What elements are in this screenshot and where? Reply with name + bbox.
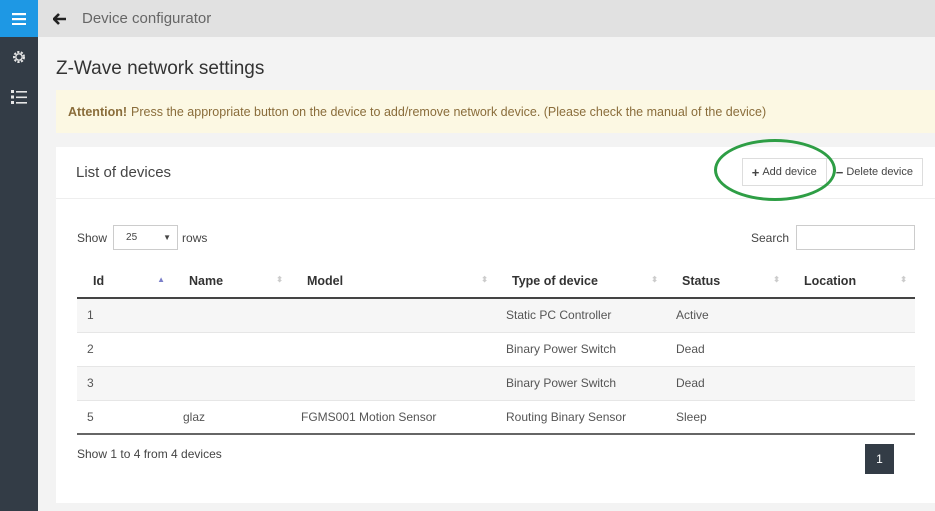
sidebar-item-list[interactable] <box>0 77 38 117</box>
cell-id: 3 <box>77 366 173 401</box>
sort-icon: ⬍ <box>651 275 658 284</box>
rows-label: rows <box>182 230 208 245</box>
gear-icon <box>13 51 25 63</box>
column-header-location[interactable]: Location ⬍ <box>788 264 915 299</box>
cell-model <box>291 332 496 367</box>
column-header-label: Type of device <box>512 273 598 288</box>
minus-icon: − <box>835 164 844 180</box>
column-header-label: Status <box>682 273 721 288</box>
back-button[interactable] <box>38 12 82 25</box>
table-info: Show 1 to 4 from 4 devices <box>77 447 222 461</box>
cell-name <box>173 366 291 401</box>
cell-status: Active <box>666 298 788 333</box>
delete-device-button[interactable]: − Delete device <box>826 158 923 186</box>
menu-button[interactable] <box>0 0 38 37</box>
rows-select[interactable]: 25 ▼ <box>113 225 179 250</box>
topbar-title: Device configurator <box>82 10 212 27</box>
cell-id: 2 <box>77 332 173 367</box>
sort-icon: ⬍ <box>481 275 488 284</box>
sort-icon: ⬍ <box>276 275 283 284</box>
table-row[interactable]: 5 glaz FGMS001 Motion Sensor Routing Binary… <box>77 400 915 435</box>
plus-icon: + <box>751 164 760 180</box>
cell-model <box>291 366 496 401</box>
column-header-label: Id <box>93 273 105 288</box>
cell-type-of-device: Static PC Controller <box>496 298 666 333</box>
column-header-label: Model <box>307 273 344 288</box>
cell-id: 1 <box>77 298 173 333</box>
list-icon <box>11 90 27 104</box>
column-header-model[interactable]: Model ⬍ <box>291 264 496 299</box>
show-label: Show <box>77 230 108 245</box>
cell-type-of-device: Routing Binary Sensor <box>496 400 666 435</box>
column-header-type-of-device[interactable]: Type of device ⬍ <box>496 264 666 299</box>
cell-location <box>788 298 915 333</box>
delete-device-label: Delete device <box>846 166 913 178</box>
sort-icon: ⬍ <box>773 275 780 284</box>
cell-location <box>788 400 915 435</box>
card-title: List of devices <box>76 164 172 181</box>
cell-name <box>173 298 291 333</box>
caret-down-icon: ▼ <box>163 233 172 242</box>
search-control: Search <box>751 225 915 250</box>
search-label: Search <box>750 230 789 245</box>
column-header-status[interactable]: Status ⬍ <box>666 264 788 299</box>
cell-status: Dead <box>666 366 788 401</box>
table-row[interactable]: 3 Binary Power Switch Dead <box>77 366 915 401</box>
hamburger-icon <box>12 12 26 25</box>
page-button-1[interactable]: 1 <box>865 444 894 474</box>
column-header-label: Name <box>189 273 224 288</box>
column-header-label: Location <box>804 273 857 288</box>
cell-location <box>788 366 915 401</box>
sidebar <box>0 0 38 511</box>
cell-type-of-device: Binary Power Switch <box>496 366 666 401</box>
cell-name <box>173 332 291 367</box>
devices-card: List of devices + Add device − Delete de… <box>56 139 935 503</box>
cell-model <box>291 298 496 333</box>
sidebar-item-settings[interactable] <box>0 37 38 77</box>
arrow-left-icon <box>53 12 66 25</box>
attention-alert: Attention! Press the appropriate button … <box>56 90 935 133</box>
alert-text: Press the appropriate button on the devi… <box>131 104 767 119</box>
add-device-label: Add device <box>762 166 817 178</box>
sort-icon: ⬍ <box>900 275 907 284</box>
cell-id: 5 <box>77 400 173 435</box>
cell-model: FGMS001 Motion Sensor <box>291 400 496 435</box>
card-header: List of devices + Add device − Delete de… <box>56 139 935 201</box>
topbar: Device configurator <box>38 0 935 37</box>
alert-strong: Attention! <box>68 104 128 119</box>
cell-status: Dead <box>666 332 788 367</box>
cell-status: Sleep <box>666 400 788 435</box>
rows-control: Show 25 ▼ rows <box>77 225 207 250</box>
cell-location <box>788 332 915 367</box>
rows-value: 25 <box>126 232 138 243</box>
page-title: Z-Wave network settings <box>56 58 265 79</box>
table-row[interactable]: 2 Binary Power Switch Dead <box>77 332 915 367</box>
devices-table: Id ▲ Name ⬍ Model ⬍ Type of device ⬍ Status ⬍ Loca… <box>77 264 915 435</box>
search-input[interactable] <box>796 225 915 250</box>
cell-name: glaz <box>173 400 291 435</box>
table-row[interactable]: 1 Static PC Controller Active <box>77 298 915 333</box>
cell-type-of-device: Binary Power Switch <box>496 332 666 367</box>
add-device-button[interactable]: + Add device <box>741 158 827 186</box>
sort-asc-icon: ▲ <box>157 275 165 284</box>
column-header-id[interactable]: Id ▲ <box>77 264 173 299</box>
column-header-name[interactable]: Name ⬍ <box>173 264 291 299</box>
